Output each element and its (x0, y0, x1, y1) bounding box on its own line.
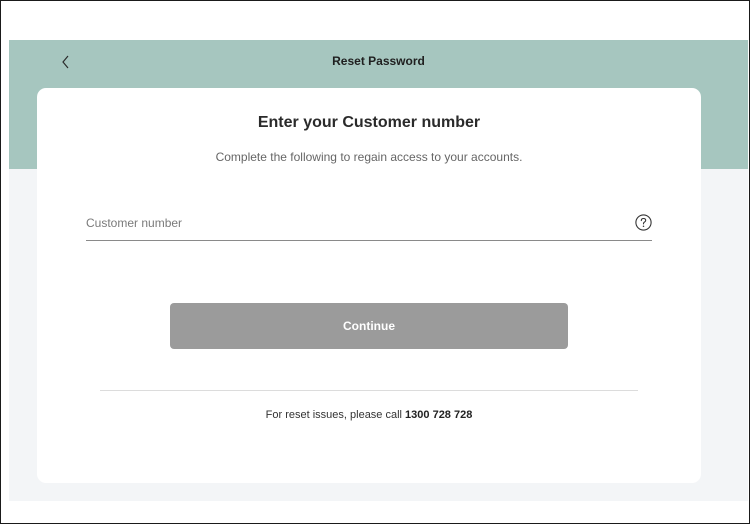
reset-help-text: For reset issues, please call (265, 409, 406, 421)
card-subheading: Complete the following to regain access … (215, 150, 523, 164)
reset-password-screen: Reset Password Enter your Customer numbe… (9, 40, 748, 501)
page-title: Reset Password (332, 54, 425, 68)
window-frame: Reset Password Enter your Customer numbe… (0, 0, 750, 524)
question-circle-icon (635, 214, 652, 231)
customer-number-input[interactable] (86, 212, 606, 234)
reset-help-note: For reset issues, please call 1300 728 7… (37, 409, 701, 421)
support-phone-number[interactable]: 1300 728 728 (405, 409, 472, 421)
reset-card: Enter your Customer number Complete the … (37, 88, 701, 483)
help-button[interactable] (635, 214, 652, 231)
card-heading: Enter your Customer number (257, 114, 481, 131)
continue-button[interactable]: Continue (170, 303, 568, 349)
customer-number-field (86, 208, 652, 241)
divider (100, 390, 638, 391)
